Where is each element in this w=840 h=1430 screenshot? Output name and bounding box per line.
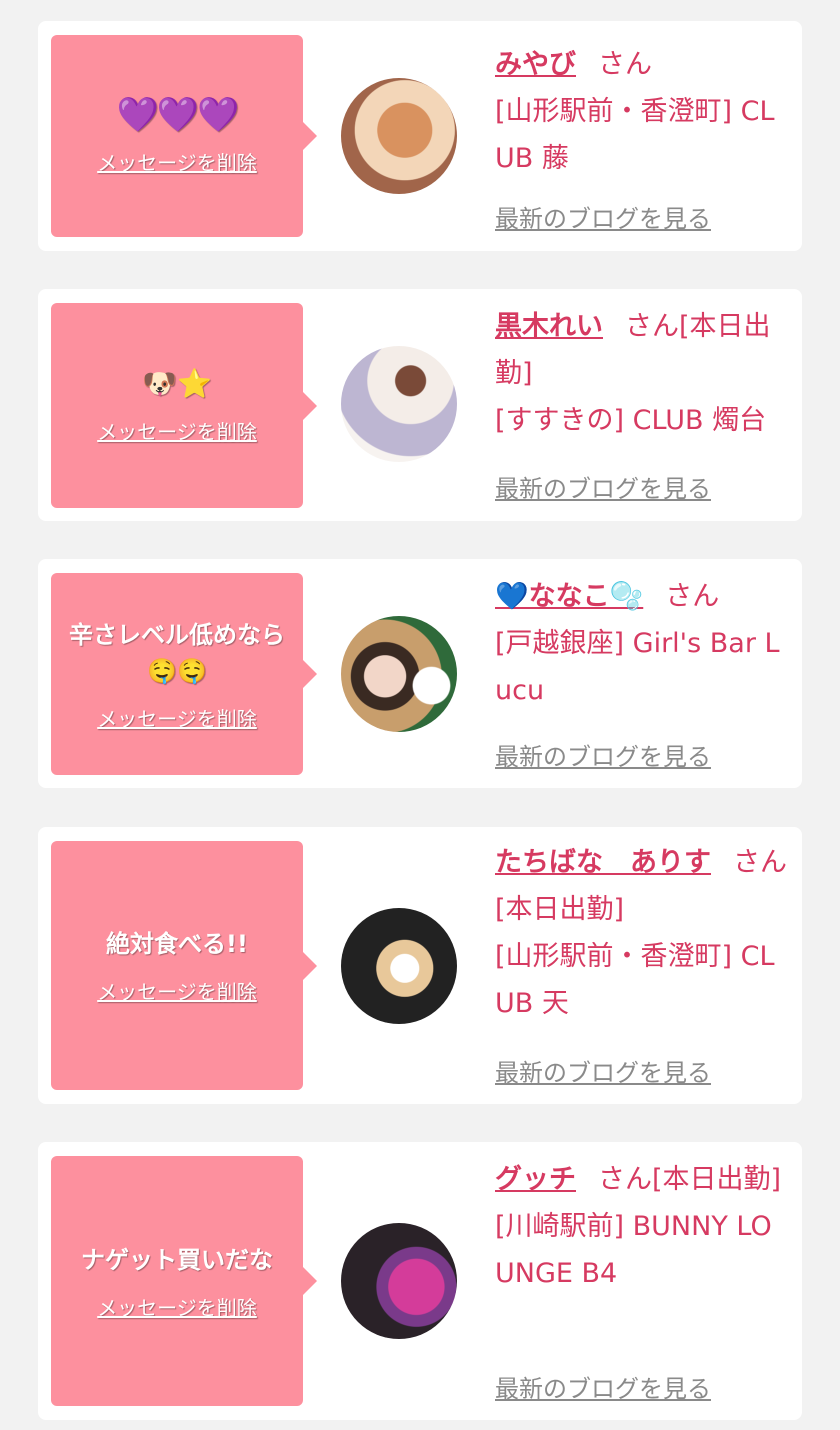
favorite-card: 絶対食べる!! メッセージを削除 たちばな ありす さん[本日出勤] [山形駅前・… [38, 827, 802, 1104]
profile-info: グッチ さん[本日出勤] [川崎駅前] BUNNY LOUNGE B4 [495, 1156, 787, 1297]
profile-info: たちばな ありす さん[本日出勤] [山形駅前・香澄町] CLUB 天 [495, 839, 787, 1027]
avatar[interactable] [341, 346, 457, 462]
name-suffix: さん [598, 49, 652, 80]
message-bubble: 辛さレベル低めなら🤤🤤 メッセージを削除 [51, 573, 317, 775]
shop-info: [山形駅前・香澄町] CLUB 天 [495, 941, 775, 1019]
delete-message-link[interactable]: メッセージを削除 [97, 416, 257, 445]
latest-blog-link[interactable]: 最新のブログを見る [495, 199, 711, 234]
message-text: 辛さレベル低めなら🤤🤤 [69, 620, 285, 685]
message-bubble: 💜💜💜 メッセージを削除 [51, 35, 317, 237]
message-text: 絶対食べる!! [106, 930, 248, 958]
latest-blog-link[interactable]: 最新のブログを見る [495, 1053, 711, 1088]
name-suffix: さん [665, 581, 720, 612]
favorite-card: ナゲット買いだな メッセージを削除 グッチ さん[本日出勤] [川崎駅前] BUN… [38, 1142, 802, 1420]
profile-info: みやび さん [山形駅前・香澄町] CLUB 藤 [495, 41, 787, 182]
delete-message-link[interactable]: メッセージを削除 [97, 703, 257, 732]
latest-blog-link[interactable]: 最新のブログを見る [495, 1369, 711, 1404]
cast-name-link[interactable]: グッチ [495, 1164, 576, 1195]
cast-name-link[interactable]: 黒木れい [495, 311, 603, 342]
message-bubble: 🐶⭐ メッセージを削除 [51, 303, 317, 508]
avatar[interactable] [341, 1223, 457, 1339]
profile-info: 黒木れい さん[本日出勤] [すすきの] CLUB 燭台 [495, 303, 787, 444]
avatar[interactable] [341, 616, 457, 732]
latest-blog-link[interactable]: 最新のブログを見る [495, 469, 711, 504]
avatar[interactable] [341, 78, 457, 194]
shop-info: [川崎駅前] BUNNY LOUNGE B4 [495, 1211, 772, 1289]
shop-info: [山形駅前・香澄町] CLUB 藤 [495, 96, 775, 174]
delete-message-link[interactable]: メッセージを削除 [97, 976, 257, 1005]
message-text: 💜💜💜 [116, 94, 239, 135]
shop-info: [すすきの] CLUB 燭台 [495, 405, 767, 436]
message-text: 🐶⭐ [142, 367, 212, 400]
name-suffix: さん[本日出勤] [598, 1164, 782, 1195]
latest-blog-link[interactable]: 最新のブログを見る [495, 737, 711, 772]
cast-name-link[interactable]: 💙ななこ🫧 [495, 581, 643, 612]
cast-name-link[interactable]: みやび [495, 49, 576, 80]
delete-message-link[interactable]: メッセージを削除 [97, 147, 257, 176]
delete-message-link[interactable]: メッセージを削除 [97, 1292, 257, 1321]
favorites-list: 💜💜💜 メッセージを削除 みやび さん [山形駅前・香澄町] CLUB 藤 最新の… [0, 0, 840, 1430]
message-bubble: ナゲット買いだな メッセージを削除 [51, 1156, 317, 1406]
shop-info: [戸越銀座] Girl's Bar Lucu [495, 628, 780, 706]
cast-name-link[interactable]: たちばな ありす [495, 847, 711, 878]
favorite-card: 辛さレベル低めなら🤤🤤 メッセージを削除 💙ななこ🫧 さん [戸越銀座] Girl… [38, 559, 802, 788]
message-bubble: 絶対食べる!! メッセージを削除 [51, 841, 317, 1090]
favorite-card: 🐶⭐ メッセージを削除 黒木れい さん[本日出勤] [すすきの] CLUB 燭台 … [38, 289, 802, 521]
favorite-card: 💜💜💜 メッセージを削除 みやび さん [山形駅前・香澄町] CLUB 藤 最新の… [38, 21, 802, 251]
avatar[interactable] [341, 908, 457, 1024]
message-text: ナゲット買いだな [81, 1245, 273, 1274]
profile-info: 💙ななこ🫧 さん [戸越銀座] Girl's Bar Lucu [495, 573, 787, 714]
